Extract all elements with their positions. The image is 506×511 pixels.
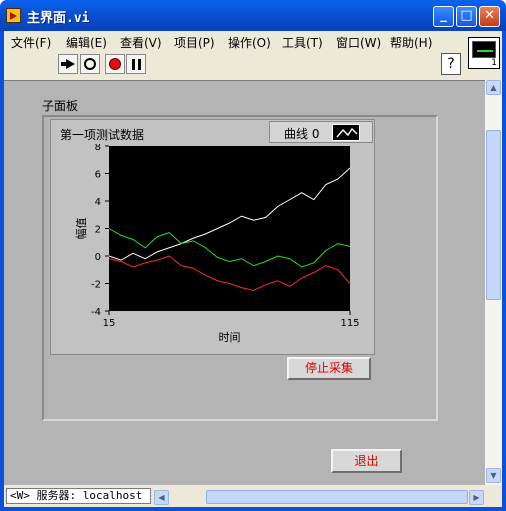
minimize-button[interactable]: _ — [433, 6, 454, 27]
server-status: <W> 服务器: localhost — [6, 488, 151, 504]
x-tick-label: 115 — [340, 318, 359, 329]
y-tick-label: 2 — [95, 225, 101, 236]
abort-icon — [109, 58, 121, 70]
y-tick-label: 6 — [95, 170, 101, 181]
menu-view[interactable]: 查看(V) — [120, 34, 162, 51]
scroll-right-button[interactable]: ▶ — [469, 490, 484, 505]
title-bar[interactable]: 主界面.vi _ □ ✕ — [0, 0, 506, 31]
y-axis-label: 幅值 — [75, 218, 88, 240]
y-tick-label: 0 — [95, 252, 101, 263]
run-button[interactable] — [58, 54, 78, 74]
wave-icon — [477, 50, 493, 56]
exit-button[interactable]: 退出 — [331, 449, 402, 473]
x-axis-label: 时间 — [219, 331, 241, 344]
window-title: 主界面.vi — [27, 11, 90, 26]
menu-bar: 文件(F) 编辑(E) 查看(V) 项目(P) 操作(O) 工具(T) 窗口(W… — [4, 31, 464, 51]
vertical-scrollbar[interactable]: ▲ ▼ — [485, 80, 502, 485]
menu-help[interactable]: 帮助(H) — [390, 34, 432, 51]
pause-button[interactable] — [126, 54, 146, 74]
front-panel: 子面板 第一项测试数据 曲线 0 -4 -2 0 2 4 6 8 15 115 时间 幅值 — [4, 80, 485, 485]
labview-app-icon[interactable] — [6, 8, 21, 23]
waveform-graph: 第一项测试数据 曲线 0 -4 -2 0 2 4 6 8 15 115 时间 幅值 — [50, 119, 375, 355]
y-tick-label: -4 — [91, 307, 101, 318]
plot-area — [109, 146, 350, 311]
menu-project[interactable]: 项目(P) — [174, 34, 215, 51]
scroll-down-button[interactable]: ▼ — [486, 468, 501, 483]
legend-label: 曲线 0 — [284, 127, 320, 141]
scroll-up-button[interactable]: ▲ — [486, 80, 501, 95]
menu-tools[interactable]: 工具(T) — [282, 34, 323, 51]
subpanel-label: 子面板 — [42, 99, 79, 113]
legend-swatch — [332, 124, 360, 141]
run-continuously-icon — [84, 58, 96, 70]
y-tick-label: 8 — [95, 144, 101, 153]
run-continuously-button[interactable] — [80, 54, 100, 74]
subpanel-container: 第一项测试数据 曲线 0 -4 -2 0 2 4 6 8 15 115 时间 幅值 停止采集 — [42, 115, 438, 421]
graph-title: 第一项测试数据 — [60, 128, 145, 142]
context-help-button[interactable]: ? — [441, 53, 461, 75]
vi-connector-icon[interactable]: 1 — [468, 37, 500, 69]
run-arrow-icon — [61, 59, 75, 69]
pause-icon — [132, 59, 141, 70]
app-window: 主界面.vi _ □ ✕ 文件(F) 编辑(E) 查看(V) 项目(P) 操作(… — [0, 0, 506, 511]
size-grip[interactable] — [486, 490, 501, 505]
menu-operate[interactable]: 操作(O) — [228, 34, 271, 51]
plot-area-wrap: -4 -2 0 2 4 6 8 15 115 时间 幅值 — [51, 142, 374, 353]
x-tick-label: 15 — [103, 318, 116, 329]
menu-window[interactable]: 窗口(W) — [336, 34, 381, 51]
vi-icon-screen — [472, 41, 496, 58]
window-client: 文件(F) 编辑(E) 查看(V) 项目(P) 操作(O) 工具(T) 窗口(W… — [4, 31, 502, 507]
toolbar — [4, 51, 464, 77]
scroll-left-button[interactable]: ◀ — [154, 490, 169, 505]
abort-button[interactable] — [105, 54, 125, 74]
menu-file[interactable]: 文件(F) — [11, 34, 51, 51]
legend-line-icon — [336, 127, 358, 138]
maximize-button[interactable]: □ — [456, 6, 477, 27]
plot-legend[interactable]: 曲线 0 — [269, 121, 373, 143]
stop-acquisition-button[interactable]: 停止采集 — [287, 357, 371, 380]
plot-svg: -4 -2 0 2 4 6 8 15 115 时间 幅值 — [75, 142, 360, 344]
vi-icon-number: 1 — [491, 58, 497, 68]
horizontal-scroll-thumb[interactable] — [206, 490, 468, 504]
status-bar: <W> 服务器: localhost ◀ ▶ — [4, 485, 502, 507]
menu-edit[interactable]: 编辑(E) — [66, 34, 107, 51]
y-tick-label: -2 — [91, 280, 101, 291]
y-tick-label: 4 — [95, 197, 101, 208]
close-button[interactable]: ✕ — [479, 6, 500, 27]
vertical-scroll-thumb[interactable] — [486, 130, 501, 300]
